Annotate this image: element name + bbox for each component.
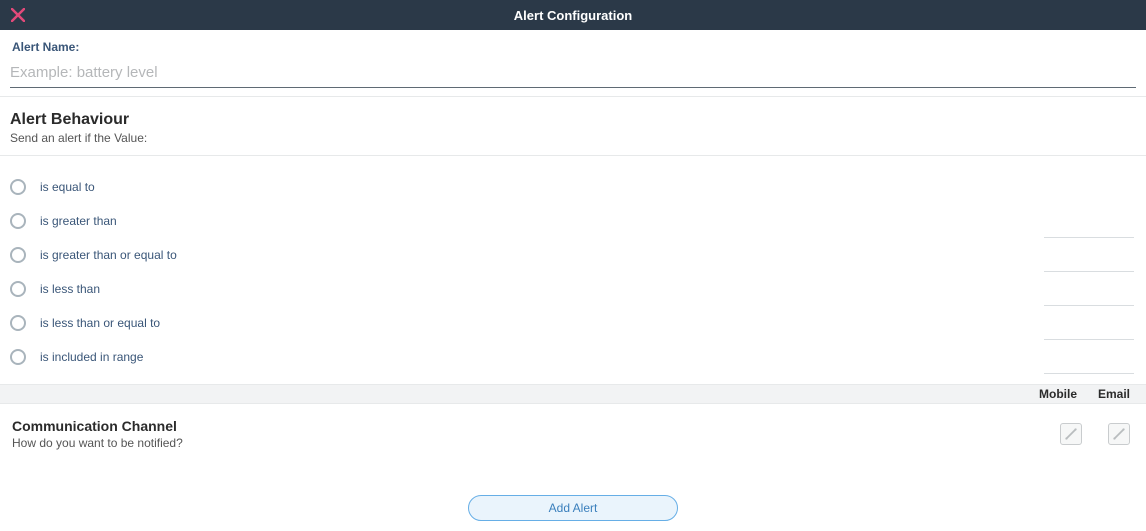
value-input[interactable]	[1044, 204, 1134, 238]
option-label: is equal to	[40, 180, 95, 194]
add-alert-button[interactable]: Add Alert	[468, 495, 678, 521]
footer: Add Alert	[0, 495, 1146, 521]
modal-header: Alert Configuration	[0, 0, 1146, 30]
option-equal-to[interactable]: is equal to	[0, 170, 1146, 204]
alert-name-section: Alert Name:	[0, 30, 1146, 58]
behaviour-header: Alert Behaviour Send an alert if the Val…	[0, 97, 1146, 156]
value-input[interactable]	[1044, 340, 1134, 374]
option-greater-than-or-equal[interactable]: is greater than or equal to	[0, 238, 1146, 272]
radio-icon[interactable]	[10, 315, 26, 331]
channel-header-email: Email	[1094, 387, 1134, 401]
value-input[interactable]	[1044, 306, 1134, 340]
mobile-checkbox[interactable]	[1060, 423, 1082, 445]
value-column	[1044, 170, 1134, 374]
channel-header-mobile: Mobile	[1038, 387, 1078, 401]
radio-icon[interactable]	[10, 213, 26, 229]
radio-icon[interactable]	[10, 349, 26, 365]
option-greater-than[interactable]: is greater than	[0, 204, 1146, 238]
option-label: is greater than or equal to	[40, 248, 177, 262]
channel-header-row: Mobile Email	[0, 384, 1146, 404]
radio-icon[interactable]	[10, 247, 26, 263]
alert-name-label: Alert Name:	[12, 40, 1134, 54]
option-label: is less than	[40, 282, 100, 296]
option-label: is less than or equal to	[40, 316, 160, 330]
channel-subtitle: How do you want to be notified?	[12, 436, 1060, 450]
behaviour-title: Alert Behaviour	[10, 111, 1136, 129]
value-input[interactable]	[1044, 238, 1134, 272]
option-label: is greater than	[40, 214, 117, 228]
alert-name-input[interactable]	[10, 58, 1136, 88]
value-input[interactable]	[1044, 170, 1134, 204]
radio-icon[interactable]	[10, 179, 26, 195]
option-included-in-range[interactable]: is included in range	[0, 340, 1146, 374]
option-label: is included in range	[40, 350, 143, 364]
radio-icon[interactable]	[10, 281, 26, 297]
option-less-than-or-equal[interactable]: is less than or equal to	[0, 306, 1146, 340]
email-checkbox[interactable]	[1108, 423, 1130, 445]
close-icon[interactable]	[10, 7, 26, 23]
channel-title: Communication Channel	[12, 418, 1060, 434]
behaviour-subtitle: Send an alert if the Value:	[10, 131, 1136, 145]
option-less-than[interactable]: is less than	[0, 272, 1146, 306]
modal-title: Alert Configuration	[0, 8, 1146, 23]
value-input[interactable]	[1044, 272, 1134, 306]
channel-row: Communication Channel How do you want to…	[0, 404, 1146, 468]
behaviour-options: is equal to is greater than is greater t…	[0, 156, 1146, 384]
